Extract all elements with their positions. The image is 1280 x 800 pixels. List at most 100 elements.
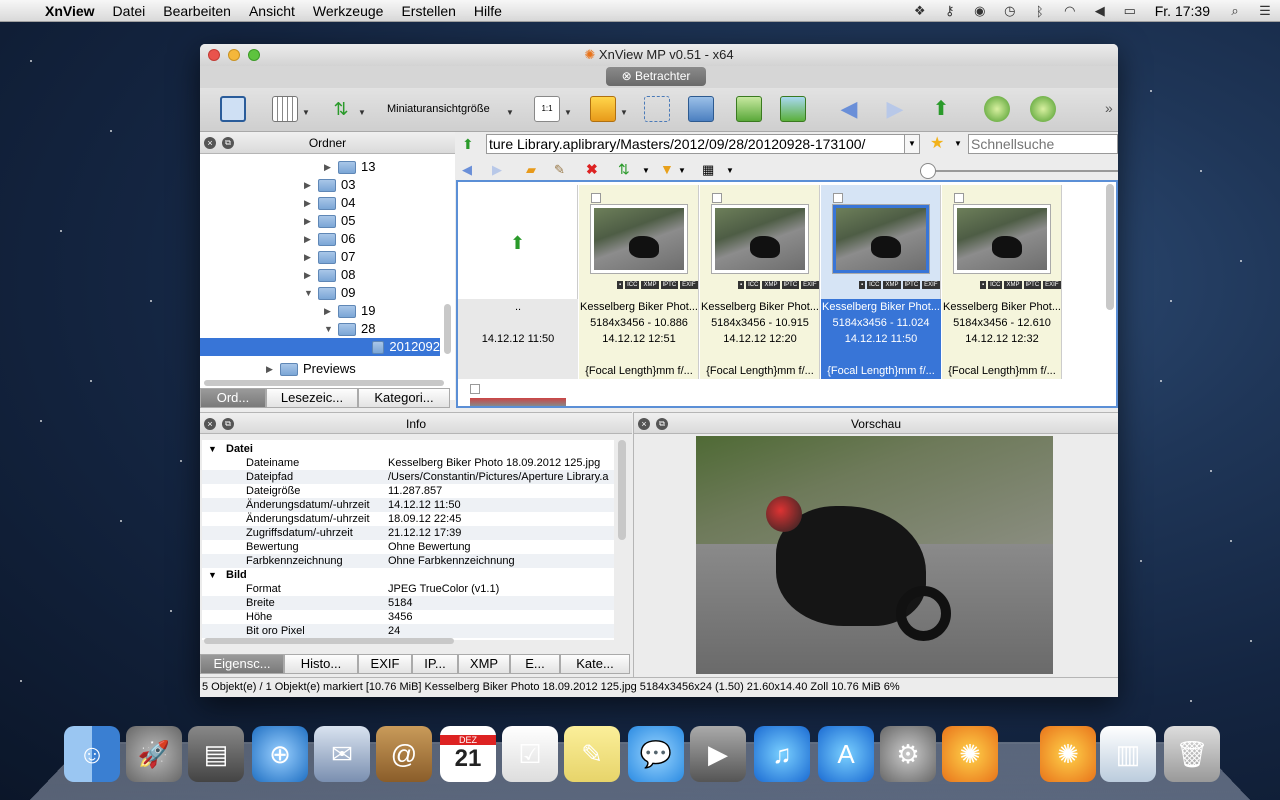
- mail-icon[interactable]: ✉: [314, 726, 370, 782]
- reload-icon[interactable]: [1030, 96, 1056, 122]
- undock-info-panel-icon[interactable]: ⧉: [222, 418, 234, 430]
- menu-erstellen[interactable]: Erstellen: [392, 3, 464, 19]
- reminders-icon[interactable]: ☑: [502, 726, 558, 782]
- bookmark-icon[interactable]: [590, 96, 616, 122]
- thumbnail-image[interactable]: [470, 398, 566, 406]
- disclosure-triangle-icon[interactable]: ▶: [304, 266, 318, 284]
- info-horizontal-scrollbar[interactable]: [204, 638, 454, 644]
- folder-tree[interactable]: ▶ 13 ▶ 03 ▶ 04 ▶ 05 ▶ 06 ▶ 07 ▶ 08 ▼ 09 ▶ 19 ▼ 28 2012092 ▶ Pr…: [200, 154, 455, 400]
- xnview-document-icon[interactable]: ✺: [1040, 726, 1096, 782]
- notification-center-icon[interactable]: ☰: [1250, 3, 1280, 19]
- facetime-icon[interactable]: ▶: [690, 726, 746, 782]
- bookmark-dropdown-icon[interactable]: ▼: [620, 108, 628, 117]
- filter-dropdown-icon[interactable]: ▼: [678, 166, 686, 175]
- menu-app-name[interactable]: XnView: [36, 3, 104, 19]
- convert-icon[interactable]: [736, 96, 762, 122]
- system-preferences-icon[interactable]: ⚙: [880, 726, 936, 782]
- zoom-slider-track[interactable]: [920, 170, 1118, 172]
- view-mode-dropdown-icon[interactable]: ▼: [302, 108, 310, 117]
- thumbnail-cell[interactable]: ▪ ICC XMP IPTC EXIF Kesselberg Biker Phot... 5…: [942, 185, 1062, 379]
- disclosure-triangle-icon[interactable]: ▶: [304, 176, 318, 194]
- parent-folder-icon[interactable]: ⬆: [928, 96, 954, 122]
- time-machine-icon[interactable]: ◷: [995, 3, 1025, 19]
- collapse-triangle-icon[interactable]: ▼: [208, 568, 217, 582]
- fullscreen-icon[interactable]: [220, 96, 246, 122]
- zoom-slider-thumb[interactable]: [920, 163, 936, 179]
- folder-tree-item[interactable]: ▶ 03: [304, 176, 355, 194]
- minimize-window-button[interactable]: [228, 49, 240, 61]
- thumbnail-cell[interactable]: ▪ ICC XMP IPTC EXIF Kesselberg Biker Phot... 5…: [821, 185, 941, 379]
- disclosure-triangle-icon[interactable]: ▶: [304, 248, 318, 266]
- folder-tree-item[interactable]: ▶ 07: [304, 248, 355, 266]
- thumbnail-browser[interactable]: ⬆ .. 14.12.12 11:50 ▪ ICC XMP IPTC EXIF Kesse…: [456, 180, 1118, 408]
- delete-icon[interactable]: ✖: [586, 161, 598, 178]
- disclosure-triangle-icon[interactable]: ▼: [324, 320, 338, 338]
- folder-tree-item[interactable]: ▶ 04: [304, 194, 355, 212]
- spotlight-search-icon[interactable]: ⌕: [1220, 3, 1250, 19]
- disclosure-triangle-icon[interactable]: ▶: [266, 360, 280, 378]
- tab-kategorien-info[interactable]: Kate...: [560, 654, 630, 674]
- favorite-dropdown-icon[interactable]: ▼: [954, 139, 962, 148]
- sort-files-icon[interactable]: ⇅: [618, 161, 630, 178]
- actual-size-icon[interactable]: 1:1: [534, 96, 560, 122]
- volume-icon[interactable]: ◀: [1085, 3, 1115, 19]
- address-bar[interactable]: ture Library.aplibrary/Masters/2012/09/2…: [486, 134, 906, 154]
- preview-image[interactable]: [696, 436, 1053, 674]
- thumbnail-cell[interactable]: ▪ ICC XMP IPTC EXIF Kesselberg Biker Phot... 5…: [700, 185, 820, 379]
- close-window-button[interactable]: [208, 49, 220, 61]
- tab-kategorien[interactable]: Kategori...: [358, 388, 450, 408]
- folder-tree-item[interactable]: ▶ 05: [304, 212, 355, 230]
- drive-icon[interactable]: ◉: [965, 3, 995, 19]
- thumbnail-checkbox[interactable]: [470, 384, 480, 394]
- rename-icon[interactable]: ✎: [554, 162, 565, 178]
- thumbnail-image[interactable]: [833, 205, 929, 273]
- thumbnail-checkbox[interactable]: [591, 193, 601, 203]
- batch-convert-icon[interactable]: [780, 96, 806, 122]
- thumbnail-checkbox[interactable]: [954, 193, 964, 203]
- info-section-header[interactable]: ▼ Datei: [202, 442, 614, 456]
- address-book-icon[interactable]: @: [376, 726, 432, 782]
- browse-back-icon[interactable]: ◀: [462, 162, 472, 178]
- disclosure-triangle-icon[interactable]: ▶: [304, 194, 318, 212]
- menu-bearbeiten[interactable]: Bearbeiten: [154, 3, 240, 19]
- thumbnail-checkbox[interactable]: [833, 193, 843, 203]
- close-panel-icon[interactable]: ×: [204, 137, 216, 149]
- go-up-icon[interactable]: ⬆: [462, 136, 474, 153]
- zoom-window-button[interactable]: [248, 49, 260, 61]
- thumbnail-image[interactable]: [954, 205, 1050, 273]
- folder-tree-item[interactable]: ▼ 09: [304, 284, 355, 302]
- undock-panel-icon[interactable]: ⧉: [222, 137, 234, 149]
- view-mode-icon[interactable]: [272, 96, 298, 122]
- tab-edit[interactable]: E...: [510, 654, 560, 674]
- tab-eigenschaften[interactable]: Eigensc...: [200, 654, 284, 674]
- wifi-icon[interactable]: ◠: [1055, 3, 1085, 19]
- disclosure-triangle-icon[interactable]: ▶: [304, 212, 318, 230]
- collapse-triangle-icon[interactable]: ▼: [208, 442, 217, 456]
- dropbox-icon[interactable]: ❖: [905, 3, 935, 19]
- thumbnail-checkbox[interactable]: [712, 193, 722, 203]
- folder-tree-item[interactable]: ▶ 08: [304, 266, 355, 284]
- tab-exif[interactable]: EXIF: [358, 654, 412, 674]
- menu-clock[interactable]: Fr. 17:39: [1145, 3, 1220, 19]
- finder-icon[interactable]: ☺: [64, 726, 120, 782]
- parent-folder-cell[interactable]: ⬆ .. 14.12.12 11:50: [458, 185, 578, 379]
- bluetooth-icon[interactable]: ᛒ: [1025, 4, 1055, 19]
- folder-tree-item[interactable]: ▶ Previews: [266, 360, 356, 378]
- thumbnail-size-label[interactable]: Miniaturansichtgröße: [387, 103, 490, 115]
- thumbnail-scrollbar[interactable]: [1106, 184, 1114, 310]
- key-icon[interactable]: ⚷: [935, 3, 965, 19]
- folder-tree-horizontal-scrollbar[interactable]: [204, 380, 444, 386]
- zoom-dropdown-icon[interactable]: ▼: [564, 108, 572, 117]
- downloads-stack-icon[interactable]: ▥: [1100, 726, 1156, 782]
- forward-icon[interactable]: ▶: [882, 96, 908, 122]
- info-section-header[interactable]: ▼ Bild: [202, 568, 614, 582]
- menu-ansicht[interactable]: Ansicht: [240, 3, 304, 19]
- layout-dropdown-icon[interactable]: ▼: [726, 166, 734, 175]
- undock-preview-panel-icon[interactable]: ⧉: [656, 418, 668, 430]
- tab-lesezeichen[interactable]: Lesezeic...: [266, 388, 358, 408]
- menu-werkzeuge[interactable]: Werkzeuge: [304, 3, 393, 19]
- safari-icon[interactable]: ⊕: [252, 726, 308, 782]
- thumbnail-image[interactable]: [712, 205, 808, 273]
- capture-icon[interactable]: [688, 96, 714, 122]
- launchpad-icon[interactable]: 🚀: [126, 726, 182, 782]
